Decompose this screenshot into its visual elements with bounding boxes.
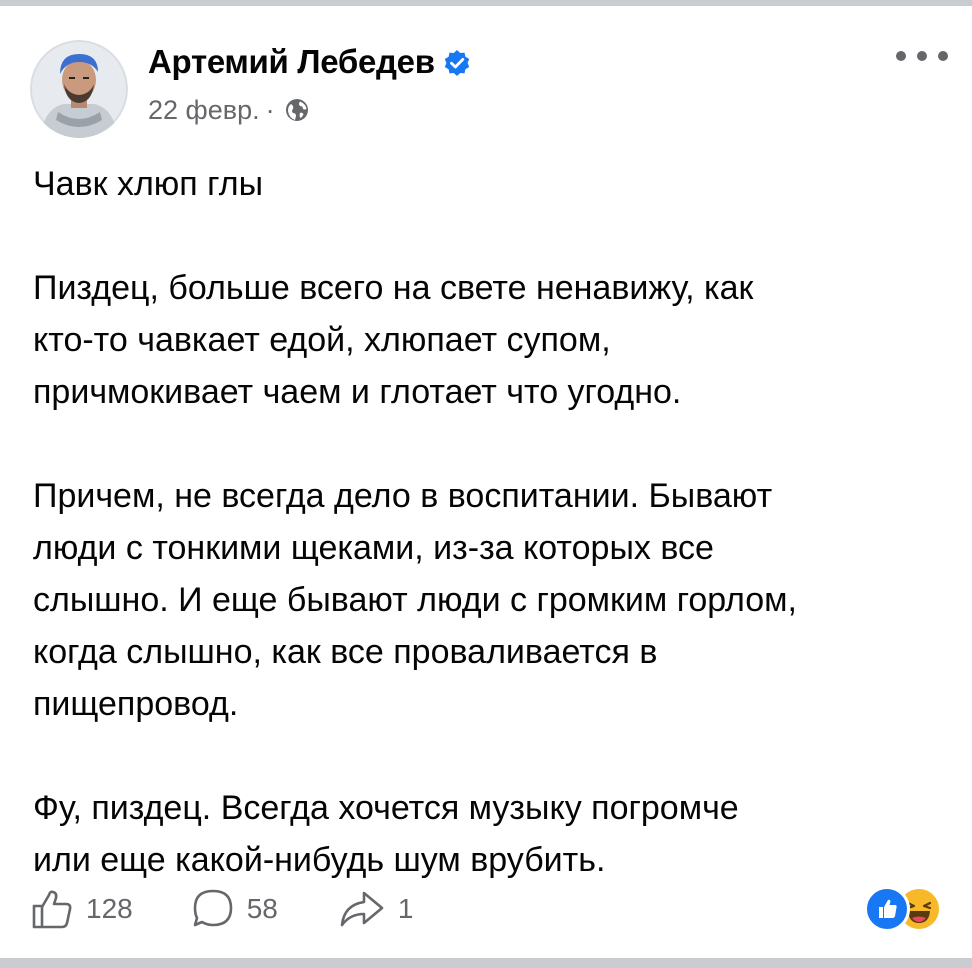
post-paragraph: Фу, пиздец. Всегда хочется музыку погром… <box>33 782 953 886</box>
post-actions: 128 58 1 <box>30 884 413 934</box>
bottom-divider <box>0 958 972 968</box>
like-button[interactable]: 128 <box>30 887 133 931</box>
comment-icon <box>193 889 233 927</box>
post-text: Чавк хлюп глы Пиздец, больше всего на св… <box>33 158 953 886</box>
comment-button[interactable]: 58 <box>191 887 278 931</box>
top-divider <box>0 0 972 6</box>
post-line: причмокивает чаем и глотает что угодно. <box>33 373 682 411</box>
post-line: Чавк хлюп глы <box>33 165 264 203</box>
post-line: люди с тонкими щеками, из-за которых все <box>33 529 714 567</box>
post-paragraph: Пиздец, больше всего на свете ненавижу, … <box>33 262 953 418</box>
like-reaction-icon <box>864 886 910 932</box>
post-paragraph: Чавк хлюп глы <box>33 158 953 210</box>
globe-icon <box>285 98 309 122</box>
comment-count: 58 <box>246 893 278 924</box>
share-button[interactable]: 1 <box>338 887 414 931</box>
share-icon <box>340 891 384 927</box>
verified-badge-icon <box>443 49 471 77</box>
like-count: 128 <box>86 893 133 924</box>
post-line: или еще какой-нибудь шум врубить. <box>33 841 606 879</box>
dot-icon <box>896 51 906 61</box>
more-options-button[interactable] <box>896 42 948 70</box>
post-date[interactable]: 22 февр. <box>148 95 260 126</box>
author-name[interactable]: Артемий Лебедев <box>148 43 435 81</box>
post-line: слышно. И еще бывают люди с громким горл… <box>33 581 798 619</box>
share-count: 1 <box>397 893 414 924</box>
post-meta: 22 февр. · <box>148 94 309 126</box>
post-line: когда слышно, как все проваливается в <box>33 633 658 671</box>
author-row: Артемий Лебедев <box>148 40 471 84</box>
dot-icon <box>938 51 948 61</box>
like-icon <box>32 890 72 929</box>
post-line: пищепровод. <box>33 685 239 723</box>
post-line: Фу, пиздец. Всегда хочется музыку погром… <box>33 789 739 827</box>
post-paragraph: Причем, не всегда дело в воспитании. Быв… <box>33 470 953 730</box>
post-line: кто-то чавкает едой, хлюпает супом, <box>33 321 611 359</box>
post-line: Причем, не всегда дело в воспитании. Быв… <box>33 477 773 515</box>
meta-separator: · <box>265 94 275 125</box>
reactions-summary[interactable] <box>864 884 944 932</box>
dot-icon <box>917 51 927 61</box>
post-line: Пиздец, больше всего на свете ненавижу, … <box>33 269 754 307</box>
avatar[interactable] <box>30 40 128 138</box>
